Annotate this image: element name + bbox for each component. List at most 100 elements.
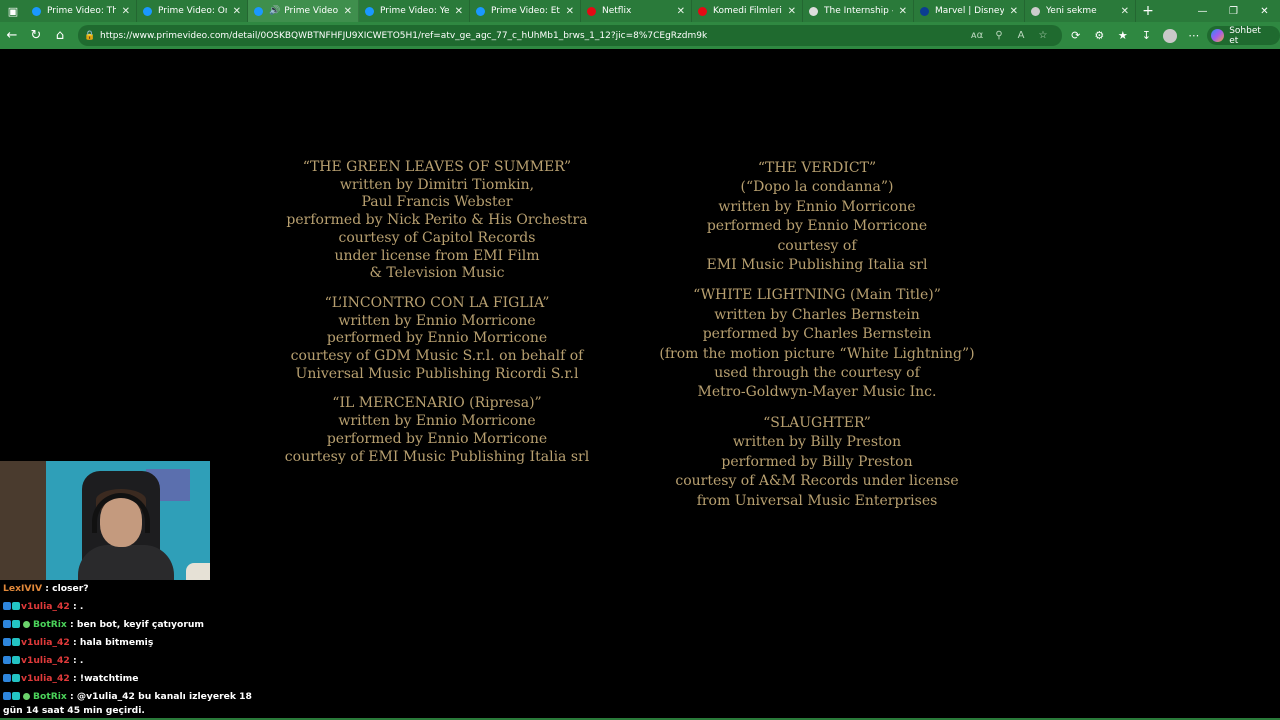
tab-title: Komedi Filmleri - N xyxy=(713,6,782,16)
credit-line: courtesy of GDM Music S.r.l. on behalf o… xyxy=(290,348,584,365)
lock-icon[interactable]: 🔒 xyxy=(80,31,100,41)
browser-tab[interactable]: Komedi Filmleri - N ✕ xyxy=(692,0,803,22)
credit-block: “IL MERCENARIO (Ripresa)” written by Enni… xyxy=(270,395,604,466)
zoom-icon[interactable]: ⚲ xyxy=(988,30,1010,41)
tab-favicon-icon xyxy=(254,6,263,16)
chat-badge-icon xyxy=(3,638,11,646)
credits-left-column: “THE GREEN LEAVES OF SUMMER” written by D… xyxy=(270,159,604,466)
tab-audio-icon[interactable]: 🔊 xyxy=(269,6,280,16)
chat-badge-icon xyxy=(12,692,20,700)
browser-tab[interactable]: Prime Video: The M ✕ xyxy=(26,0,137,22)
extensions-icon[interactable]: ⚙ xyxy=(1088,29,1112,42)
refresh-button[interactable]: ↻ xyxy=(24,22,48,49)
close-window-icon[interactable]: ✕ xyxy=(1249,0,1280,22)
translate-icon[interactable]: ᴀα xyxy=(966,30,988,41)
tab-favicon-icon xyxy=(587,6,596,16)
tab-close-icon[interactable]: ✕ xyxy=(788,6,796,17)
minimize-icon[interactable]: — xyxy=(1187,0,1218,22)
tab-close-icon[interactable]: ✕ xyxy=(455,6,463,17)
credit-line: & Television Music xyxy=(369,265,505,282)
tab-close-icon[interactable]: ✕ xyxy=(344,6,352,17)
tab-close-icon[interactable]: ✕ xyxy=(899,6,907,17)
tab-close-icon[interactable]: ✕ xyxy=(122,6,130,17)
credit-line: Metro-Goldwyn-Mayer Music Inc. xyxy=(697,384,937,401)
credit-line: courtesy of EMI Music Publishing Italia … xyxy=(284,448,590,465)
credit-line: performed by Charles Bernstein xyxy=(702,326,932,343)
back-button[interactable]: ← xyxy=(0,22,24,49)
tab-title: Prime Video: The M xyxy=(47,6,116,16)
chat-badge-icon xyxy=(12,638,20,646)
credit-line: Universal Music Publishing Ricordi S.r.l xyxy=(295,365,579,382)
credit-line: from Universal Music Enterprises xyxy=(696,492,938,509)
browser-tab[interactable]: Marvel | Disney+ ✕ xyxy=(914,0,1025,22)
tab-close-icon[interactable]: ✕ xyxy=(1121,6,1129,17)
chat-text: : closer? xyxy=(42,583,89,594)
credit-block-gap xyxy=(642,403,992,414)
browser-tab[interactable]: Prime Video: Yes M ✕ xyxy=(359,0,470,22)
webcam-lamp xyxy=(186,563,210,580)
browser-tab[interactable]: Prime Video: Etern ✕ xyxy=(470,0,581,22)
favorite-star-icon[interactable]: ☆ xyxy=(1032,30,1054,41)
refresh-extension-icon[interactable]: ⟳ xyxy=(1064,29,1088,42)
credit-song-title: “L’INCONTRO CON LA FIGLIA” xyxy=(324,294,550,311)
tab-title: Prime Video: Etern xyxy=(491,6,560,16)
address-bar[interactable]: 🔒 https://www.primevideo.com/detail/0OSK… xyxy=(78,25,1062,46)
favorites-icon[interactable]: ★ xyxy=(1111,29,1135,42)
browser-tab[interactable]: Prime Video: Once ✕ xyxy=(137,0,248,22)
chat-message: LexIVIV : closer? xyxy=(0,580,300,598)
chat-badge-icon xyxy=(12,656,20,664)
chat-badge-icon xyxy=(3,656,11,664)
tab-close-icon[interactable]: ✕ xyxy=(566,6,574,17)
credit-line: written by Ennio Morricone xyxy=(338,312,536,329)
downloads-icon[interactable]: ↧ xyxy=(1135,29,1159,42)
chat-text: : . xyxy=(69,601,84,612)
credit-line: written by Charles Bernstein xyxy=(714,306,920,323)
credit-song-title: “THE VERDICT” xyxy=(757,160,877,176)
chat-badge-icon xyxy=(3,692,11,700)
address-bar-icons: ᴀα ⚲ A ☆ xyxy=(966,25,1054,46)
restore-icon[interactable]: ❐ xyxy=(1218,0,1249,22)
chat-username: v1ulia_42 xyxy=(21,601,70,612)
chat-username: v1ulia_42 xyxy=(21,673,70,684)
credit-line: (“Dopo la condanna”) xyxy=(740,179,894,196)
credit-song-title: “IL MERCENARIO (Ripresa)” xyxy=(332,395,542,412)
tab-favicon-icon xyxy=(920,6,929,16)
tab-favicon-icon xyxy=(32,6,41,16)
browser-tab[interactable]: Netflix ✕ xyxy=(581,0,692,22)
browser-tab[interactable]: The Internship - Go ✕ xyxy=(803,0,914,22)
chat-overlay: LexIVIV : closer? v1ulia_42 : . BotRix : b… xyxy=(0,580,300,718)
credit-block: “THE VERDICT” (“Dopo la condanna”) written… xyxy=(642,159,992,275)
profile-avatar[interactable] xyxy=(1163,28,1177,43)
credit-line: courtesy of Capitol Records xyxy=(338,229,536,246)
more-menu-icon[interactable]: ⋯ xyxy=(1182,29,1206,42)
url-text[interactable]: https://www.primevideo.com/detail/0OSKBQ… xyxy=(100,31,707,41)
browser-tab[interactable]: 🔊 Prime Video: C ✕ xyxy=(248,0,359,22)
browser-tab[interactable]: Yeni sekme ✕ xyxy=(1025,0,1136,22)
chat-badge-icon xyxy=(3,602,11,610)
home-button[interactable]: ⌂ xyxy=(48,22,72,49)
tab-favicon-icon xyxy=(476,6,485,16)
tab-title: Prime Video: Once xyxy=(158,6,227,16)
credit-block: “THE GREEN LEAVES OF SUMMER” written by D… xyxy=(270,159,604,283)
tab-title: The Internship - Go xyxy=(824,6,893,16)
credit-line: courtesy of A&M Records under license xyxy=(675,473,959,490)
chat-text: : hala bitmemiş xyxy=(69,637,154,648)
credit-block-gap xyxy=(270,383,604,395)
webcam-shelf xyxy=(0,461,46,580)
credit-line: performed by Ennio Morricone xyxy=(706,218,928,235)
new-tab-button[interactable]: + xyxy=(1136,0,1160,22)
bot-badge-icon xyxy=(23,693,30,700)
chat-username: BotRix xyxy=(33,691,67,702)
tab-close-icon[interactable]: ✕ xyxy=(677,6,685,17)
read-aloud-icon[interactable]: A xyxy=(1010,30,1032,41)
copilot-button[interactable]: Sohbet et xyxy=(1207,26,1280,46)
chat-message: BotRix : ben bot, keyif çatıyorum xyxy=(0,616,300,634)
chat-text: : !watchtime xyxy=(69,673,139,684)
tab-close-icon[interactable]: ✕ xyxy=(233,6,241,17)
tab-title: Yeni sekme xyxy=(1046,6,1097,16)
window-controls: — ❐ ✕ xyxy=(1187,0,1280,22)
credit-line: used through the courtesy of xyxy=(714,365,920,382)
tab-close-icon[interactable]: ✕ xyxy=(1010,6,1018,17)
tab-actions-icon[interactable]: ▣ xyxy=(0,0,26,22)
credit-line: written by Ennio Morricone xyxy=(718,198,916,215)
